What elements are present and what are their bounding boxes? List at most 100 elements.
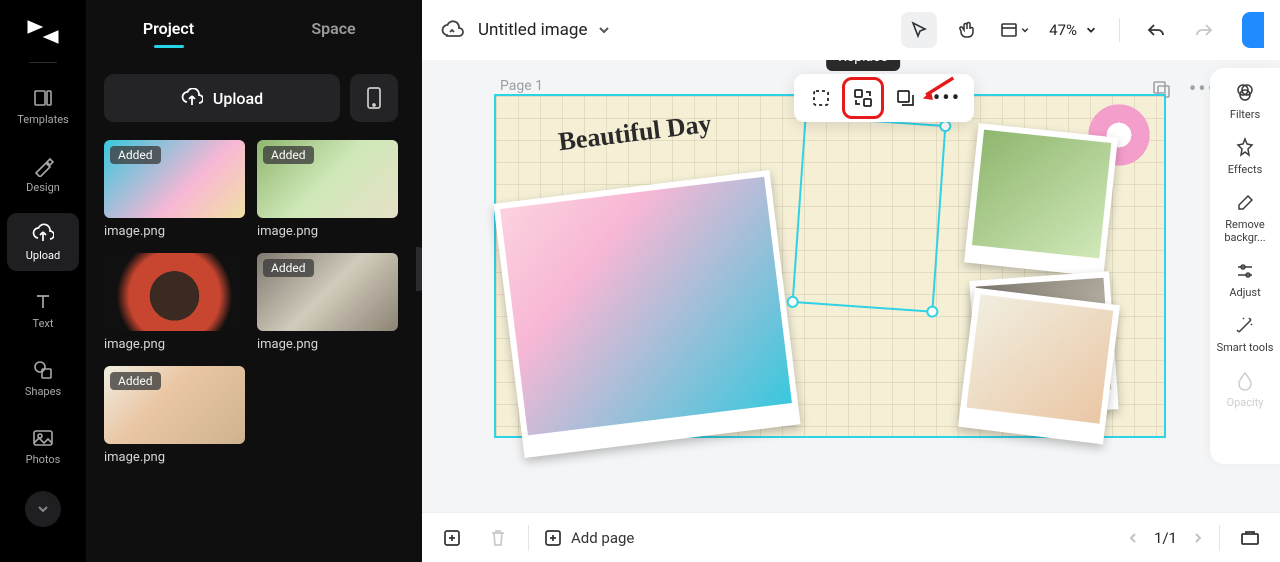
added-badge: Added: [110, 372, 161, 390]
smart-tools-button[interactable]: Smart tools: [1215, 315, 1275, 354]
nav-templates[interactable]: Templates: [7, 77, 79, 135]
nav-label: Text: [33, 317, 54, 330]
bottom-bar: Add page 1/1: [422, 512, 1280, 562]
added-badge: Added: [110, 146, 161, 164]
asset-thumb: Added: [257, 140, 398, 218]
photo-main[interactable]: [493, 170, 800, 458]
asset-thumb: Added: [104, 140, 245, 218]
presentation-button[interactable]: [1234, 522, 1266, 554]
asset-filename: image.png: [257, 337, 398, 352]
cloud-upload-icon: [181, 88, 203, 108]
share-button[interactable]: [1242, 12, 1264, 48]
rail-label: Effects: [1228, 163, 1263, 176]
plus-page-icon: [543, 528, 563, 548]
app-logo: [23, 12, 63, 52]
nav-label: Shapes: [25, 385, 61, 398]
opacity-button[interactable]: Opacity: [1215, 370, 1275, 409]
upload-button[interactable]: Upload: [104, 74, 340, 122]
layers-button[interactable]: [886, 79, 924, 117]
asset-item[interactable]: Added image.png: [104, 366, 245, 465]
replace-button[interactable]: Replace: [844, 79, 882, 117]
added-badge: Added: [263, 146, 314, 164]
asset-item[interactable]: Added image.png: [104, 140, 245, 239]
top-bar: Untitled image 47%: [422, 0, 1280, 60]
add-page-button[interactable]: Add page: [543, 528, 634, 548]
adjust-button[interactable]: Adjust: [1215, 260, 1275, 299]
document-title: Untitled image: [478, 20, 587, 40]
asset-item[interactable]: image.png: [104, 253, 245, 352]
nav-rail: Templates Design Upload Text Shapes Phot…: [0, 0, 86, 562]
canvas-page[interactable]: Beautiful Day: [494, 94, 1166, 438]
cloud-sync-icon[interactable]: [438, 16, 466, 44]
title-dropdown[interactable]: Untitled image: [478, 20, 611, 40]
mobile-upload-button[interactable]: [350, 74, 398, 122]
upload-icon: [32, 223, 54, 245]
adjust-icon: [1234, 260, 1256, 282]
effects-button[interactable]: Effects: [1215, 137, 1275, 176]
templates-icon: [32, 87, 54, 109]
right-rail: Filters Effects Remove backgr... Adjust …: [1210, 68, 1280, 464]
nav-upload[interactable]: Upload: [7, 213, 79, 271]
tab-project[interactable]: Project: [86, 19, 251, 38]
added-badge: Added: [263, 259, 314, 277]
canvas-wrap: Page 1 ••• Beautiful Day: [422, 60, 1280, 512]
selection-toolbar: Replace •••: [794, 74, 974, 122]
zoom-value: 47%: [1049, 21, 1077, 39]
nav-text[interactable]: Text: [7, 281, 79, 339]
asset-thumb: Added: [104, 366, 245, 444]
undo-button[interactable]: [1138, 12, 1174, 48]
page-label: Page 1: [500, 78, 543, 94]
divider: [29, 62, 57, 63]
tab-space[interactable]: Space: [251, 19, 416, 38]
nav-label: Design: [26, 181, 60, 194]
pager: 1/1: [1126, 529, 1205, 547]
photos-icon: [32, 427, 54, 449]
crop-button[interactable]: [802, 79, 840, 117]
nav-label: Templates: [17, 113, 68, 126]
asset-filename: image.png: [104, 450, 245, 465]
divider: [1219, 525, 1220, 551]
design-icon: [32, 155, 54, 177]
pager-value: 1/1: [1154, 529, 1177, 547]
asset-item[interactable]: Added image.png: [257, 140, 398, 239]
divider: [1119, 18, 1120, 42]
nav-design[interactable]: Design: [7, 145, 79, 203]
nav-shapes[interactable]: Shapes: [7, 349, 79, 407]
main-area: Untitled image 47% Page 1 ••• Beautiful …: [422, 0, 1280, 562]
photo-top-right[interactable]: [964, 123, 1118, 277]
next-page-button[interactable]: [1191, 531, 1205, 545]
pointer-tool[interactable]: [901, 12, 937, 48]
chevron-down-icon: [1085, 24, 1097, 36]
add-page-label: Add page: [571, 529, 634, 547]
prev-page-button[interactable]: [1126, 531, 1140, 545]
redo-button[interactable]: [1186, 12, 1222, 48]
layout-tool[interactable]: [997, 12, 1033, 48]
remove-bg-button[interactable]: Remove backgr...: [1215, 192, 1275, 244]
asset-item[interactable]: Added image.png: [257, 253, 398, 352]
asset-filename: image.png: [257, 224, 398, 239]
selection-frame[interactable]: [792, 115, 947, 312]
nav-photos[interactable]: Photos: [7, 417, 79, 475]
hand-tool[interactable]: [949, 12, 985, 48]
zoom-control[interactable]: 47%: [1045, 21, 1101, 39]
upload-label: Upload: [213, 89, 263, 108]
asset-filename: image.png: [104, 337, 245, 352]
photo-bottom-right[interactable]: [958, 288, 1120, 445]
asset-grid: Added image.png Added image.png image.pn…: [86, 134, 416, 483]
delete-page-button[interactable]: [482, 522, 514, 554]
filters-button[interactable]: Filters: [1215, 82, 1275, 121]
rail-label: Opacity: [1227, 396, 1264, 409]
wand-icon: [1234, 315, 1256, 337]
opacity-icon: [1234, 370, 1256, 392]
text-overlay[interactable]: Beautiful Day: [557, 109, 713, 158]
nav-more[interactable]: [25, 491, 61, 527]
rail-label: Adjust: [1229, 286, 1260, 299]
rail-label: Remove backgr...: [1215, 218, 1275, 244]
effects-icon: [1234, 137, 1256, 159]
chevron-down-icon: [597, 23, 611, 37]
nav-label: Upload: [26, 249, 60, 262]
rail-label: Smart tools: [1217, 341, 1274, 354]
add-page-icon-button[interactable]: [436, 522, 468, 554]
asset-thumb: [104, 253, 245, 331]
asset-thumb: Added: [257, 253, 398, 331]
